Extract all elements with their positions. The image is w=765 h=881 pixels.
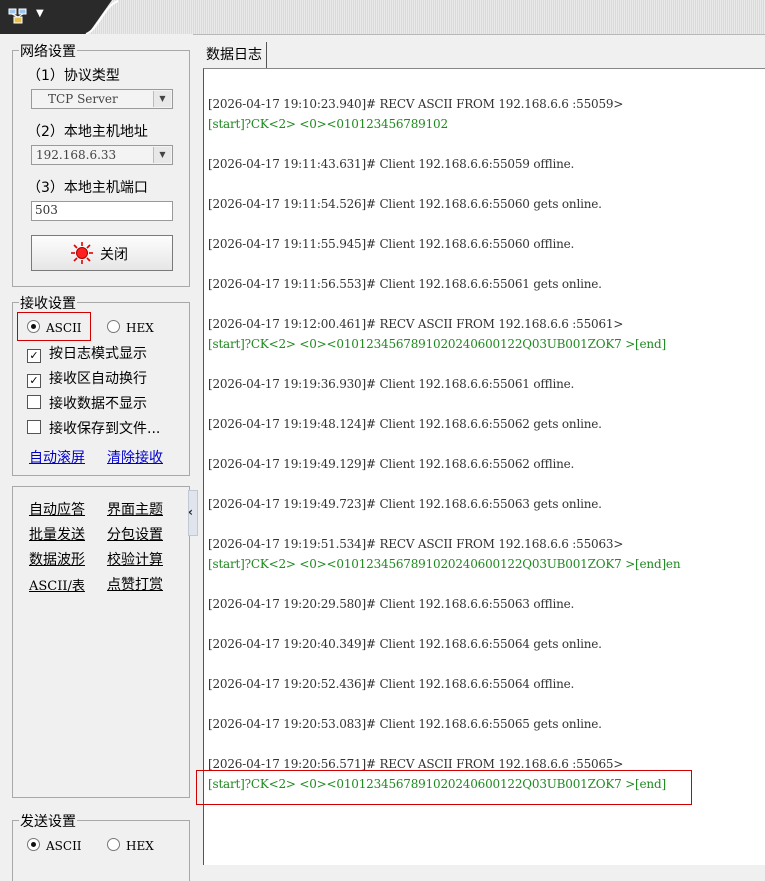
log-header-line: [2026-04-17 19:20:52.436]# Client 192.16… xyxy=(208,677,575,691)
network-settings-title: 网络设置 xyxy=(19,41,77,61)
log-header-line: [2026-04-17 19:19:51.534]# RECV ASCII FR… xyxy=(208,537,624,551)
log-header-line: [2026-04-17 19:19:49.129]# Client 192.16… xyxy=(208,457,575,471)
log-mode-checkbox[interactable]: ✓ 按日志模式显示 xyxy=(27,345,147,363)
log-data-line: [start]?CK<2> <0><010123456789102 xyxy=(208,117,448,131)
close-connection-button[interactable]: 关闭 xyxy=(31,235,173,271)
log-header-line: [2026-04-17 19:19:49.723]# Client 192.16… xyxy=(208,497,602,511)
auto-scroll-link[interactable]: 自动滚屏 xyxy=(29,447,85,467)
waveform-link[interactable]: 数据波形 xyxy=(29,549,85,569)
batch-send-link[interactable]: 批量发送 xyxy=(29,524,85,544)
ascii-table-link[interactable]: ASCII/表 xyxy=(29,575,85,594)
log-header-line: [2026-04-17 19:11:55.945]# Client 192.16… xyxy=(208,237,575,251)
send-hex-label: HEX xyxy=(126,839,154,853)
close-button-label: 关闭 xyxy=(100,247,128,263)
red-indicator-icon xyxy=(71,242,93,264)
hide-data-checkbox[interactable]: 接收数据不显示 xyxy=(27,395,147,413)
donate-link[interactable]: 点赞打赏 xyxy=(107,574,163,594)
port-input[interactable]: 503 xyxy=(31,201,173,221)
radio-empty-icon xyxy=(107,838,120,851)
tab-data-log[interactable]: 数据日志 xyxy=(202,42,267,68)
protocol-select[interactable]: TCP Server ▼ xyxy=(31,89,173,109)
log-data-line: [start]?CK<2> <0><0101234567891020240600… xyxy=(208,557,681,571)
log-header-line: [2026-04-17 19:20:53.083]# Client 192.16… xyxy=(208,717,602,731)
host-label: （2）本地主机地址 xyxy=(27,124,148,140)
checkbox-empty-icon xyxy=(27,420,41,434)
log-data-line: [start]?CK<2> <0><0101234567891020240600… xyxy=(208,337,666,351)
chevron-down-icon[interactable]: ▼ xyxy=(153,147,171,163)
chevron-down-icon[interactable]: ▼ xyxy=(36,8,44,19)
radio-selected-icon xyxy=(27,838,40,851)
receive-settings-title: 接收设置 xyxy=(19,293,77,313)
send-ascii-label: ASCII xyxy=(46,839,82,853)
log-header-line: [2026-04-17 19:11:56.553]# Client 192.16… xyxy=(208,277,602,291)
log-header-line: [2026-04-17 19:20:56.571]# RECV ASCII FR… xyxy=(208,757,624,771)
send-settings-title: 发送设置 xyxy=(19,811,77,831)
checkmark-icon: ✓ xyxy=(27,349,41,363)
hide-data-label: 接收数据不显示 xyxy=(49,396,147,412)
data-log-area[interactable]: [2026-04-17 19:10:23.940]# RECV ASCII FR… xyxy=(203,68,765,865)
log-header-line: [2026-04-17 19:12:00.461]# RECV ASCII FR… xyxy=(208,317,624,331)
ascii-highlight-box xyxy=(17,312,91,341)
panel-splitter[interactable]: ‹ xyxy=(188,490,198,536)
host-address-select[interactable]: 192.168.6.33 ▼ xyxy=(31,145,173,165)
clear-receive-link[interactable]: 清除接收 xyxy=(107,447,163,467)
protocol-label: （1）协议类型 xyxy=(27,68,120,84)
log-header-line: [2026-04-17 19:19:36.930]# Client 192.16… xyxy=(208,377,575,391)
auto-reply-link[interactable]: 自动应答 xyxy=(29,499,85,519)
radio-empty-icon xyxy=(107,320,120,333)
checksum-link[interactable]: 校验计算 xyxy=(107,549,163,569)
network-app-icon[interactable] xyxy=(8,8,28,24)
auto-wrap-label: 接收区自动换行 xyxy=(49,371,147,387)
checkbox-empty-icon xyxy=(27,395,41,409)
left-panel: 网络设置 （1）协议类型 TCP Server ▼ （2）本地主机地址 192.… xyxy=(0,34,193,881)
send-ascii-radio[interactable]: ASCII xyxy=(27,837,82,855)
split-packet-link[interactable]: 分包设置 xyxy=(107,524,163,544)
tools-group: 自动应答 界面主题 批量发送 分包设置 数据波形 校验计算 ASCII/表 点赞… xyxy=(12,486,190,798)
log-mode-label: 按日志模式显示 xyxy=(49,346,147,362)
log-header-line: [2026-04-17 19:11:43.631]# Client 192.16… xyxy=(208,157,575,171)
auto-wrap-checkbox[interactable]: ✓ 接收区自动换行 xyxy=(27,370,147,388)
save-to-file-checkbox[interactable]: 接收保存到文件... xyxy=(27,420,160,438)
title-bar: ▼ xyxy=(0,0,765,35)
send-hex-radio[interactable]: HEX xyxy=(107,837,154,855)
save-to-file-label: 接收保存到文件... xyxy=(49,421,161,437)
port-label: （3）本地主机端口 xyxy=(27,180,148,196)
recv-hex-label: HEX xyxy=(126,321,154,335)
log-header-line: [2026-04-17 19:19:48.124]# Client 192.16… xyxy=(208,417,602,431)
theme-link[interactable]: 界面主题 xyxy=(107,499,163,519)
log-tab-strip: 数据日志 xyxy=(198,40,765,68)
recv-hex-radio[interactable]: HEX xyxy=(107,319,154,337)
log-header-line: [2026-04-17 19:20:40.349]# Client 192.16… xyxy=(208,637,602,651)
chevron-left-icon[interactable]: ‹ xyxy=(188,505,193,519)
log-header-line: [2026-04-17 19:11:54.526]# Client 192.16… xyxy=(208,197,602,211)
chevron-down-icon[interactable]: ▼ xyxy=(153,91,171,107)
last-data-highlight-box xyxy=(196,770,692,805)
checkmark-icon: ✓ xyxy=(27,374,41,388)
network-settings-group: 网络设置 （1）协议类型 TCP Server ▼ （2）本地主机地址 192.… xyxy=(12,41,190,287)
tab-divider xyxy=(85,0,119,34)
host-address-value: 192.168.6.33 xyxy=(36,148,117,162)
protocol-value: TCP Server xyxy=(48,92,118,106)
log-header-line: [2026-04-17 19:20:29.580]# Client 192.16… xyxy=(208,597,575,611)
send-settings-group: 发送设置 ASCII HEX xyxy=(12,811,190,881)
log-header-line: [2026-04-17 19:10:23.940]# RECV ASCII FR… xyxy=(208,97,624,111)
